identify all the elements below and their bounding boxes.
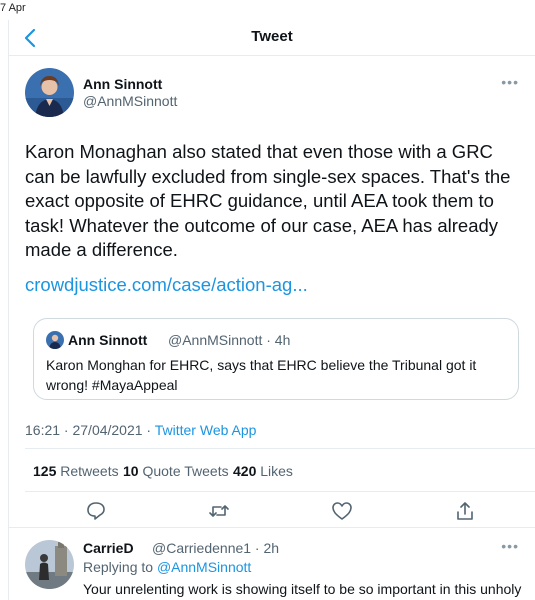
quote-author-name: Ann Sinnott <box>68 332 148 348</box>
main-tweet: Ann Sinnott @AnnMSinnott ••• Karon Monag… <box>8 56 535 528</box>
author-handle[interactable]: @AnnMSinnott <box>83 93 177 109</box>
likes-stat[interactable]: 420 Likes <box>233 463 293 479</box>
reply-avatar[interactable] <box>25 540 74 589</box>
reply-button[interactable] <box>85 500 107 522</box>
tweet-link[interactable]: crowdjustice.com/case/action-ag... <box>25 274 308 296</box>
like-button[interactable] <box>331 500 353 522</box>
replying-to-link[interactable]: @AnnMSinnott <box>157 559 251 575</box>
status-date: 7 Apr <box>0 2 26 14</box>
quoted-tweet[interactable]: Ann Sinnott @AnnMSinnott · 4h Karon Mong… <box>33 318 519 400</box>
quote-author-handle: @AnnMSinnott · 4h <box>168 332 291 348</box>
share-icon <box>457 502 473 520</box>
engagement-stats: 125 Retweets 10 Quote Tweets 420 Likes <box>25 448 535 492</box>
retweets-stat[interactable]: 125 Retweets <box>33 463 119 479</box>
like-icon <box>332 502 352 520</box>
reply-more-options-icon[interactable]: ••• <box>501 538 519 554</box>
author-name[interactable]: Ann Sinnott <box>83 76 162 92</box>
more-options-icon[interactable]: ••• <box>501 74 519 90</box>
reply-author-name[interactable]: CarrieD <box>83 540 134 556</box>
reply-text: Your unrelenting work is showing itself … <box>83 581 522 597</box>
share-button[interactable] <box>454 500 476 522</box>
timestamp-row: 16:21 · 27/04/2021 · Twitter Web App <box>25 422 256 438</box>
timestamp[interactable]: 16:21 · 27/04/2021 · <box>25 422 155 438</box>
page-title: Tweet <box>251 28 293 45</box>
reply-icon <box>87 502 105 520</box>
header: Tweet <box>8 20 535 56</box>
action-bar <box>25 494 535 528</box>
quote-avatar <box>46 331 64 349</box>
reply-tweet[interactable]: CarrieD @Carriedenne1 · 2h ••• Replying … <box>8 528 535 600</box>
tweet-text: Karon Monaghan also stated that even tho… <box>25 141 511 260</box>
avatar[interactable] <box>25 68 74 117</box>
retweet-icon <box>209 505 229 517</box>
source-app[interactable]: Twitter Web App <box>155 422 257 438</box>
replying-to: Replying to @AnnMSinnott <box>83 559 252 575</box>
reply-author-handle[interactable]: @Carriedenne1 · 2h <box>152 540 279 556</box>
retweet-button[interactable] <box>208 500 230 522</box>
quote-text: Karon Monghan for EHRC, says that EHRC b… <box>46 357 477 393</box>
quote-tweets-stat[interactable]: 10 Quote Tweets <box>123 463 229 479</box>
